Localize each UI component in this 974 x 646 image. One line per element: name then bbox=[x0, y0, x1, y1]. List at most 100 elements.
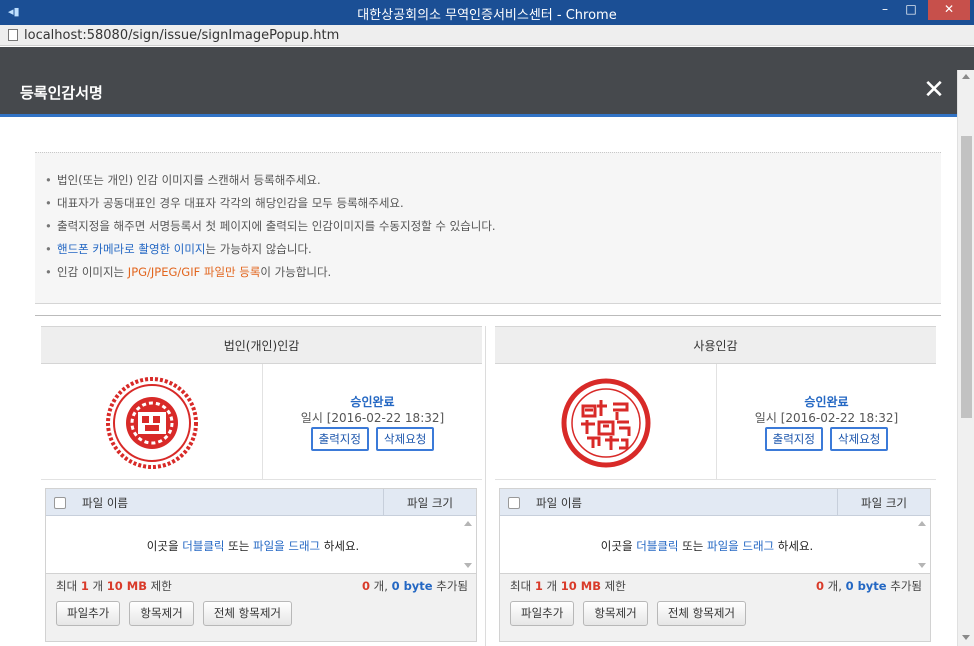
approval-status: 승인완료 bbox=[350, 395, 395, 409]
minimize-button[interactable]: – bbox=[872, 0, 898, 20]
delete-request-button[interactable]: 삭제요청 bbox=[830, 427, 889, 451]
notice-text: 대표자가 공동대표인 경우 대표자 각각의 해당인감을 모두 등록해주세요. bbox=[57, 196, 404, 210]
limit-text: 제한 bbox=[600, 579, 626, 593]
limit-text: 개 bbox=[542, 579, 561, 593]
file-actions: 파일추가 항목제거 전체 항목제거 bbox=[510, 601, 750, 626]
drop-text: 이곳을 bbox=[600, 539, 637, 553]
add-file-button[interactable]: 파일추가 bbox=[510, 601, 575, 626]
added-text: 개, bbox=[370, 579, 392, 593]
seal-image-area bbox=[41, 364, 263, 480]
limit-text: 제한 bbox=[146, 579, 172, 593]
limit-text: 개 bbox=[88, 579, 107, 593]
added-text: 개, bbox=[824, 579, 846, 593]
added-bytes: 0 byte bbox=[391, 579, 433, 593]
notice-text: 이 가능합니다. bbox=[260, 265, 332, 279]
drop-text: 또는 bbox=[224, 539, 253, 553]
panel-heading: 법인(개인)인감 bbox=[41, 326, 482, 364]
file-limit-row: 최대 1 개 10 MB 제한 0 개, 0 byte 추가됨 bbox=[46, 578, 476, 596]
approval-status: 승인완료 bbox=[804, 395, 849, 409]
added-text: 추가됨 bbox=[432, 579, 468, 593]
window-close-button[interactable]: ✕ bbox=[928, 0, 970, 20]
added-bytes: 0 byte bbox=[845, 579, 887, 593]
file-upload-box: 파일 이름 파일 크기 이곳을 더블클릭 또는 파일을 드래그 하세요. 최대 … bbox=[45, 488, 477, 642]
scroll-down-arrow-icon[interactable] bbox=[962, 635, 970, 640]
notice-text: 법인(또는 개인) 인감 이미지를 스캔해서 등록해주세요. bbox=[57, 173, 321, 187]
drop-text: 이곳을 bbox=[146, 539, 183, 553]
print-designate-button[interactable]: 출력지정 bbox=[764, 427, 823, 451]
column-file-name: 파일 이름 bbox=[536, 496, 582, 510]
print-designate-button[interactable]: 출력지정 bbox=[310, 427, 369, 451]
file-table-header: 파일 이름 파일 크기 bbox=[46, 489, 476, 516]
remove-all-items-button[interactable]: 전체 항목제거 bbox=[656, 601, 746, 626]
limit-text: 최대 bbox=[56, 579, 81, 593]
bullet-icon: • bbox=[45, 242, 52, 256]
drop-drag-text: 파일을 드래그 bbox=[707, 539, 775, 553]
page-scrollbar[interactable] bbox=[957, 70, 974, 646]
select-all-checkbox[interactable] bbox=[508, 497, 520, 509]
panel-heading: 사용인감 bbox=[495, 326, 936, 364]
address-bar: localhost:58080/sign/issue/signImagePopu… bbox=[0, 25, 974, 46]
notice-item: • 출력지정을 해주면 서명등록서 첫 페이지에 출력되는 인감이미지를 수동지정… bbox=[45, 219, 496, 242]
file-limit-row: 최대 1 개 10 MB 제한 0 개, 0 byte 추가됨 bbox=[500, 578, 930, 596]
popup-close-icon[interactable]: ✕ bbox=[920, 77, 948, 105]
approval-datetime: 일시 [2016-02-22 18:32] bbox=[754, 411, 899, 425]
page-icon bbox=[8, 29, 18, 41]
remove-item-button[interactable]: 항목제거 bbox=[583, 601, 648, 626]
scroll-up-icon[interactable] bbox=[464, 521, 472, 526]
seal-info-area: 승인완료 일시 [2016-02-22 18:32] 출력지정 삭제요청 bbox=[263, 364, 482, 480]
column-file-size: 파일 크기 bbox=[861, 496, 907, 510]
limit-size: 10 MB bbox=[560, 579, 601, 593]
drop-text: 또는 bbox=[678, 539, 707, 553]
corporate-seal-image bbox=[106, 377, 198, 469]
window-titlebar: ◂▮ 대한상공회의소 무역인증서비스센터 - Chrome – □ ✕ bbox=[0, 0, 974, 25]
drop-dblclick-text: 더블클릭 bbox=[182, 539, 225, 553]
seal-info-area: 승인완료 일시 [2016-02-22 18:32] 출력지정 삭제요청 bbox=[717, 364, 936, 480]
file-limit-text: 최대 1 개 10 MB 제한 bbox=[510, 578, 626, 594]
limit-size: 10 MB bbox=[106, 579, 147, 593]
limit-count: 1 bbox=[534, 579, 543, 593]
usage-seal-panel: 사용인감 승인완료 일시 [2016-02-22 18:32] 출력지정 삭제요… bbox=[493, 326, 940, 646]
file-list-scrollbar[interactable] bbox=[916, 518, 928, 570]
notice-text: 는 가능하지 않습니다. bbox=[205, 242, 312, 256]
notice-item: • 대표자가 공동대표인 경우 대표자 각각의 해당인감을 모두 등록해주세요. bbox=[45, 196, 496, 219]
popup-header: 등록인감서명 ✕ bbox=[0, 47, 974, 117]
file-drop-area[interactable]: 이곳을 더블클릭 또는 파일을 드래그 하세요. bbox=[500, 516, 930, 574]
delete-request-button[interactable]: 삭제요청 bbox=[376, 427, 435, 451]
scroll-down-icon[interactable] bbox=[918, 563, 926, 568]
remove-all-items-button[interactable]: 전체 항목제거 bbox=[202, 601, 292, 626]
bullet-icon: • bbox=[45, 219, 52, 233]
bullet-icon: • bbox=[45, 173, 52, 187]
add-file-button[interactable]: 파일추가 bbox=[56, 601, 121, 626]
scrollbar-thumb[interactable] bbox=[961, 136, 972, 418]
url-text[interactable]: localhost:58080/sign/issue/signImagePopu… bbox=[24, 28, 339, 43]
file-limit-text: 최대 1 개 10 MB 제한 bbox=[56, 578, 172, 594]
limit-count: 1 bbox=[80, 579, 89, 593]
drop-text: 하세요. bbox=[320, 539, 360, 553]
remove-item-button[interactable]: 항목제거 bbox=[129, 601, 194, 626]
select-all-checkbox[interactable] bbox=[54, 497, 66, 509]
notice-item: • 핸드폰 카메라로 촬영한 이미지는 가능하지 않습니다. bbox=[45, 242, 496, 265]
notice-text: JPG/JPEG/GIF 파일만 등록 bbox=[127, 265, 261, 279]
scroll-down-icon[interactable] bbox=[464, 563, 472, 568]
file-added-text: 0 개, 0 byte 추가됨 bbox=[362, 578, 468, 594]
maximize-button[interactable]: □ bbox=[898, 0, 924, 20]
column-file-size: 파일 크기 bbox=[407, 496, 453, 510]
section-divider bbox=[35, 315, 941, 316]
drop-message: 이곳을 더블클릭 또는 파일을 드래그 하세요. bbox=[46, 538, 460, 554]
corporate-seal-panel: 법인(개인)인감 승인완료 일시 [2016-02-22 18:32] 출력지정… bbox=[39, 326, 486, 646]
file-actions: 파일추가 항목제거 전체 항목제거 bbox=[56, 601, 296, 626]
scroll-up-icon[interactable] bbox=[918, 521, 926, 526]
usage-seal-image bbox=[561, 378, 651, 468]
seal-image-area bbox=[495, 364, 717, 480]
scroll-up-arrow-icon[interactable] bbox=[962, 74, 970, 79]
column-file-name: 파일 이름 bbox=[82, 496, 128, 510]
added-count: 0 bbox=[816, 579, 825, 593]
notice-box: • 법인(또는 개인) 인감 이미지를 스캔해서 등록해주세요. • 대표자가 공동대… bbox=[35, 152, 941, 304]
file-drop-area[interactable]: 이곳을 더블클릭 또는 파일을 드래그 하세요. bbox=[46, 516, 476, 574]
window-title: 대한상공회의소 무역인증서비스센터 - Chrome bbox=[357, 8, 617, 23]
drop-text: 하세요. bbox=[774, 539, 814, 553]
file-list-scrollbar[interactable] bbox=[462, 518, 474, 570]
notice-item: • 인감 이미지는 JPG/JPEG/GIF 파일만 등록이 가능합니다. bbox=[45, 265, 496, 288]
limit-text: 최대 bbox=[510, 579, 535, 593]
notice-item: • 법인(또는 개인) 인감 이미지를 스캔해서 등록해주세요. bbox=[45, 173, 496, 196]
